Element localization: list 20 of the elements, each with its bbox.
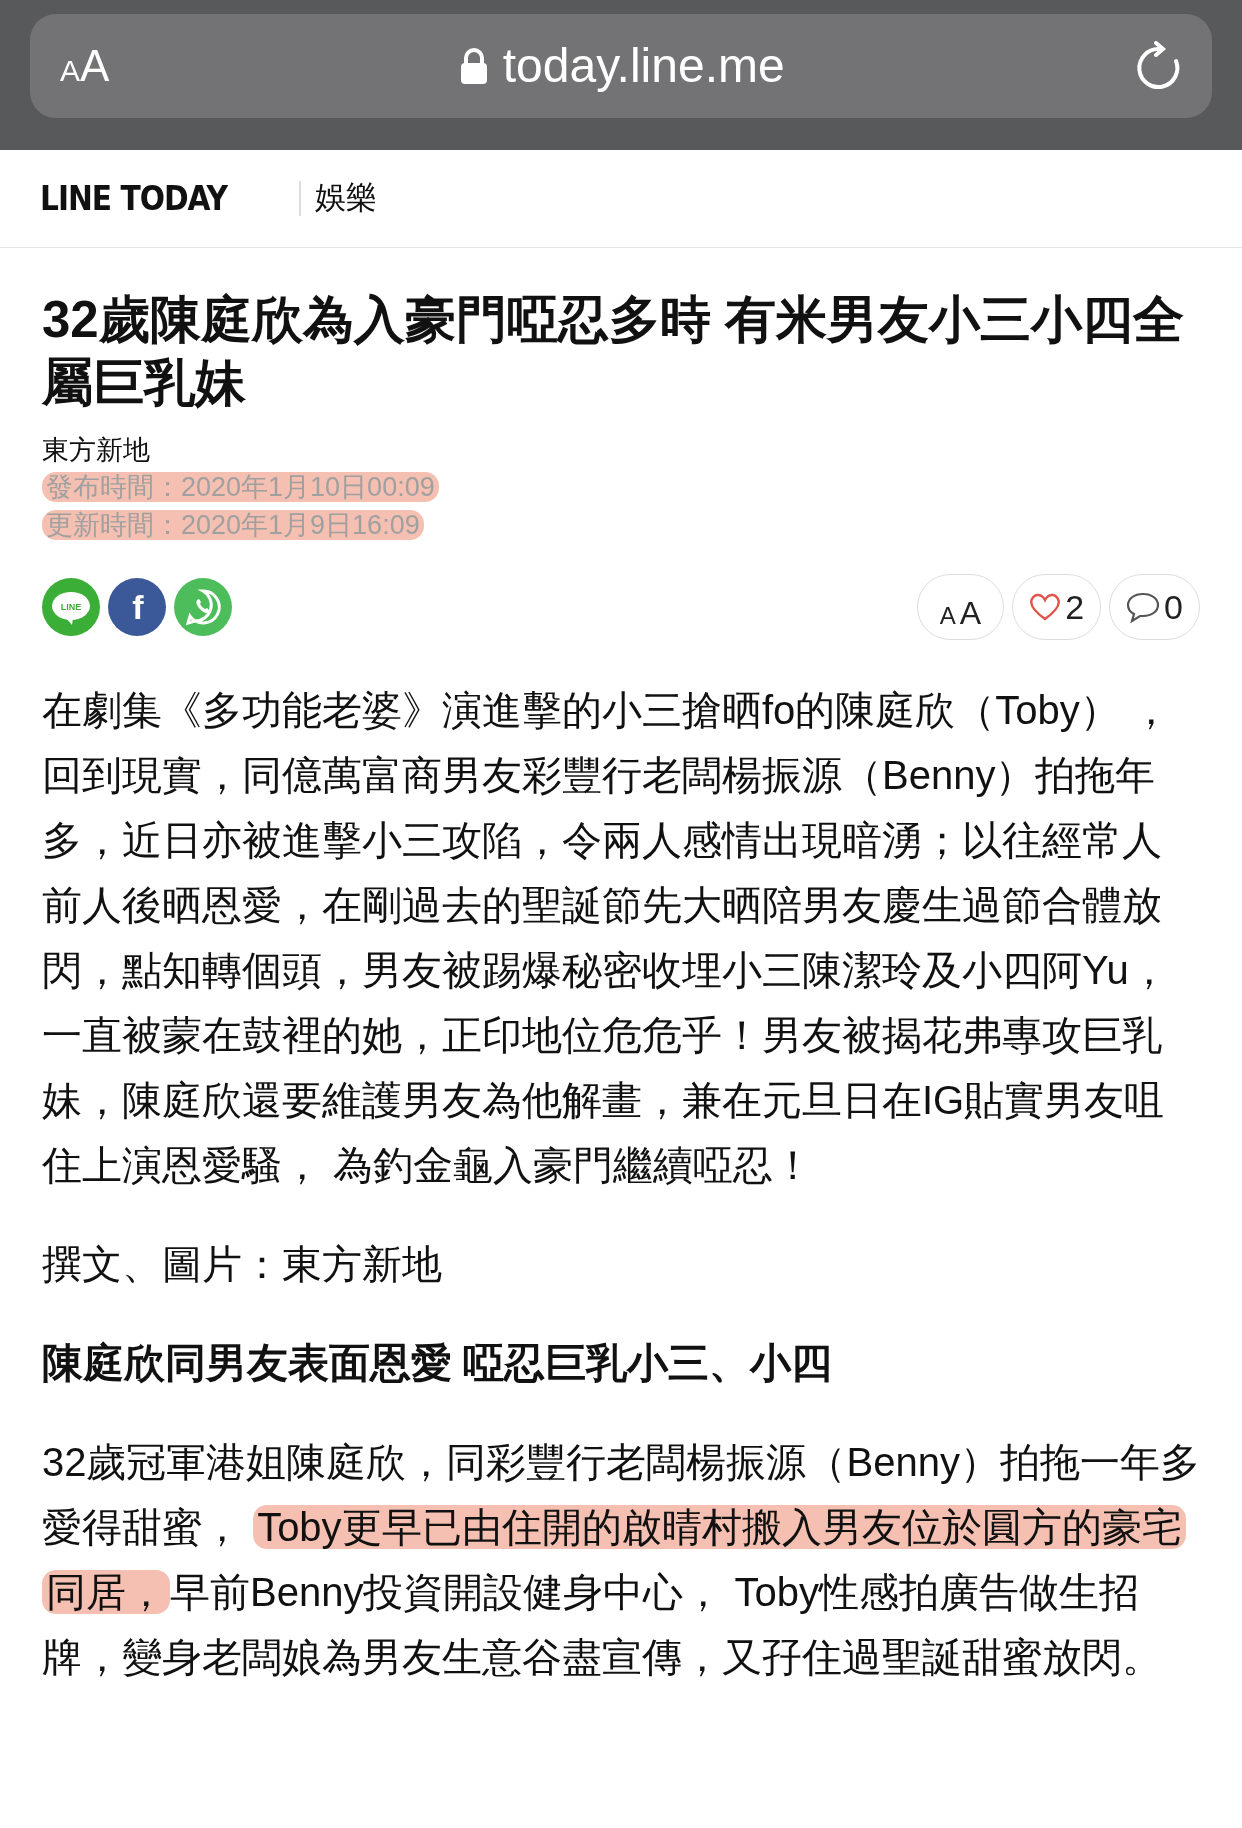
paragraph: 在劇集《多功能老婆》演進擊的小三搶晒fo的陳庭欣（Toby） ，回到現實，同億萬富商男友彩豐行老闆楊振源（Benny）拍拖年多，近日亦被進擊小三攻陷，令兩人感情出現暗湧；以往經常人前人後晒恩愛，在剛過去的聖誕節先大晒陪男友慶生過節合體放閃，點知轉個頭，男友被踢爆秘密收埋小三陳潔玲及小四阿Yu，一直被蒙在鼓裡的她，正印地位危危乎！男友被揭花弗專攻巨乳妹，陳庭欣還要維護男友為他解畫，兼在元旦日在IG貼實男友咀住上演恩愛騷， 為釣金龜入豪門繼續啞忍！ bbox=[42, 687, 1172, 1189]
article-title: 32歲陳庭欣為入豪門啞忍多時 有米男友小三小四全屬巨乳妹 bbox=[42, 290, 1185, 413]
like-button[interactable]: 2 bbox=[1012, 574, 1102, 640]
date-text: 更新時間：2020年1月9日16:09 bbox=[42, 510, 424, 540]
facebook-share-icon[interactable]: f bbox=[108, 578, 166, 636]
section-heading: 陳庭欣同男友表面恩愛 啞忍巨乳小三、小四 bbox=[42, 1339, 834, 1388]
comment-button[interactable]: 0 bbox=[1109, 574, 1200, 640]
paragraph: 撰文、圖片：東方新地 bbox=[42, 1241, 443, 1288]
source-name: 東方新地 bbox=[42, 434, 151, 467]
lock-icon bbox=[460, 48, 487, 84]
text-size-button[interactable]: AA bbox=[916, 574, 1005, 640]
reload-icon[interactable] bbox=[1136, 41, 1182, 91]
date-text: 發布時間：2020年1月10日00:09 bbox=[42, 472, 439, 502]
text-size-button[interactable]: AA bbox=[60, 33, 110, 99]
heart-icon bbox=[1029, 593, 1062, 621]
paragraph: 32歲冠軍港姐陳庭欣，同彩豐行老闆楊振源（Benny）拍拖一年多愛得甜蜜， Toby更早已由住開的啟晴村搬入男友位於圓方的豪宅同居，早前Benny投資開設健身中心， Toby性感拍廣告做生招牌，變身老闆娘為男友生意谷盡宣傳，又孖住過聖誕甜蜜放閃。 bbox=[42, 1439, 1200, 1681]
site-logo[interactable]: LINE TODAY bbox=[40, 173, 227, 224]
speech-bubble-icon bbox=[1126, 591, 1161, 623]
url-text: today.line.me bbox=[502, 42, 785, 90]
category-link[interactable]: 娛樂 bbox=[298, 181, 377, 216]
